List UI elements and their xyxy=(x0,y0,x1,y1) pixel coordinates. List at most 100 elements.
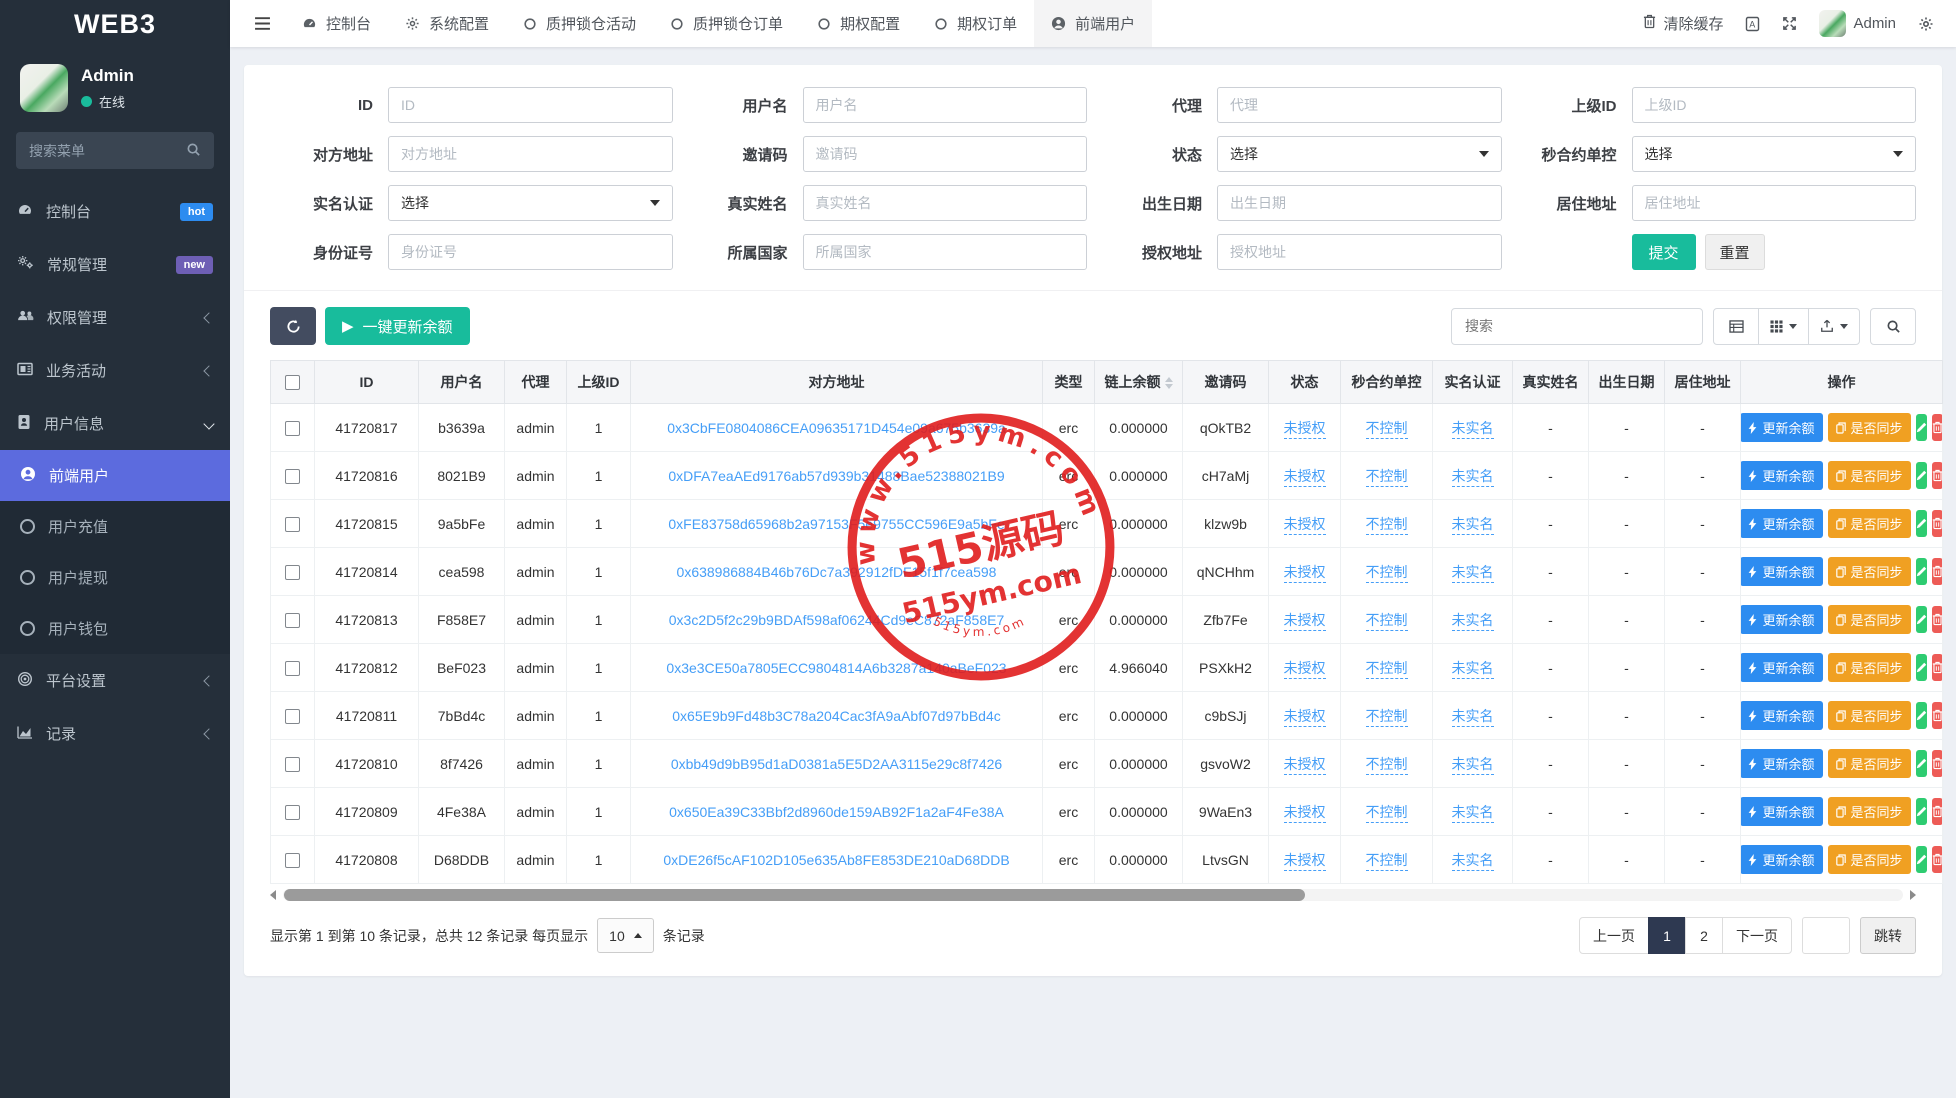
address-link[interactable]: 0x650Ea39C33Bbf2d8960de159AB92F1a2aF4Fe3… xyxy=(669,804,1004,820)
hamburger-menu-icon[interactable] xyxy=(240,0,285,47)
row-checkbox[interactable] xyxy=(285,853,300,868)
update-all-balances-button[interactable]: ▶ 一键更新余额 xyxy=(325,307,470,345)
sync-button[interactable]: 是否同步 xyxy=(1828,413,1911,442)
filter-input-birth-date[interactable] xyxy=(1217,185,1502,221)
clear-cache-button[interactable]: 清除缓存 xyxy=(1643,13,1723,34)
sidebar-item-frontend-users[interactable]: 前端用户 xyxy=(0,450,230,501)
edit-button[interactable] xyxy=(1916,558,1927,585)
filter-input-real-name[interactable] xyxy=(803,185,1088,221)
edit-button[interactable] xyxy=(1916,750,1927,777)
edit-button[interactable] xyxy=(1916,702,1927,729)
status-link[interactable]: 未授权 xyxy=(1284,612,1326,631)
horizontal-scrollbar[interactable] xyxy=(270,887,1916,902)
update-balance-button[interactable]: 更新余额 xyxy=(1741,653,1823,682)
address-link[interactable]: 0xbb49d9bB95d1aD0381a5E5D2AA3115e29c8f74… xyxy=(671,756,1002,772)
kyc-link[interactable]: 未实名 xyxy=(1452,660,1494,679)
scroll-left-icon[interactable] xyxy=(270,890,276,900)
filter-input-parent-id[interactable] xyxy=(1632,87,1917,123)
columns-button[interactable] xyxy=(1758,308,1809,345)
sidebar-item-user-recharge[interactable]: 用户充值 xyxy=(0,501,230,552)
sync-button[interactable]: 是否同步 xyxy=(1828,605,1911,634)
address-link[interactable]: 0xFE83758d65968b2a97153F5e9755CC596E9a5b… xyxy=(668,516,1004,532)
edit-button[interactable] xyxy=(1916,462,1927,489)
status-link[interactable]: 未授权 xyxy=(1284,660,1326,679)
sync-button[interactable]: 是否同步 xyxy=(1828,749,1911,778)
filter-input-residence[interactable] xyxy=(1632,185,1917,221)
per-page-select[interactable]: 10 xyxy=(597,918,654,953)
delete-button[interactable] xyxy=(1932,702,1943,729)
language-icon[interactable]: A xyxy=(1745,16,1760,32)
edit-button[interactable] xyxy=(1916,798,1927,825)
delete-button[interactable] xyxy=(1932,414,1943,441)
row-checkbox[interactable] xyxy=(285,421,300,436)
next-page-button[interactable]: 下一页 xyxy=(1722,917,1792,954)
sync-button[interactable]: 是否同步 xyxy=(1828,701,1911,730)
filter-input-agent[interactable] xyxy=(1217,87,1502,123)
contract-control-link[interactable]: 不控制 xyxy=(1366,468,1408,487)
contract-control-link[interactable]: 不控制 xyxy=(1366,708,1408,727)
kyc-link[interactable]: 未实名 xyxy=(1452,420,1494,439)
row-checkbox[interactable] xyxy=(285,613,300,628)
update-balance-button[interactable]: 更新余额 xyxy=(1741,845,1823,874)
reset-button[interactable]: 重置 xyxy=(1705,234,1765,270)
delete-button[interactable] xyxy=(1932,654,1943,681)
filter-select-kyc[interactable]: 选择 xyxy=(388,185,673,221)
advanced-search-button[interactable] xyxy=(1870,308,1916,345)
delete-button[interactable] xyxy=(1932,558,1943,585)
update-balance-button[interactable]: 更新余额 xyxy=(1741,557,1823,586)
kyc-link[interactable]: 未实名 xyxy=(1452,708,1494,727)
filter-input-country[interactable] xyxy=(803,234,1088,270)
kyc-link[interactable]: 未实名 xyxy=(1452,564,1494,583)
kyc-link[interactable]: 未实名 xyxy=(1452,516,1494,535)
sidebar-item-general[interactable]: 常规管理 new xyxy=(0,238,230,291)
update-balance-button[interactable]: 更新余额 xyxy=(1741,797,1823,826)
settings-gear-icon[interactable] xyxy=(1918,16,1934,32)
delete-button[interactable] xyxy=(1932,510,1943,537)
scrollbar-thumb[interactable] xyxy=(284,889,1305,901)
row-checkbox[interactable] xyxy=(285,517,300,532)
address-link[interactable]: 0x3c2D5f2c29b9BDAf598af06244Cd9eC872aF85… xyxy=(669,612,1004,628)
update-balance-button[interactable]: 更新余额 xyxy=(1741,605,1823,634)
sync-button[interactable]: 是否同步 xyxy=(1828,845,1911,874)
status-link[interactable]: 未授权 xyxy=(1284,804,1326,823)
export-button[interactable] xyxy=(1808,308,1860,345)
status-link[interactable]: 未授权 xyxy=(1284,756,1326,775)
address-link[interactable]: 0xDFA7eaAEd9176ab57d939b31488Bae52388021… xyxy=(668,468,1004,484)
top-tab-option-orders[interactable]: 期权订单 xyxy=(917,0,1034,47)
sidebar-item-permissions[interactable]: 权限管理 xyxy=(0,291,230,344)
edit-button[interactable] xyxy=(1916,606,1927,633)
filter-input-address[interactable] xyxy=(388,136,673,172)
filter-input-auth-address[interactable] xyxy=(1217,234,1502,270)
address-link[interactable]: 0x65E9b9Fd48b3C78a204Cac3fA9aAbf07d97bBd… xyxy=(672,708,1001,724)
contract-control-link[interactable]: 不控制 xyxy=(1366,564,1408,583)
top-tab-stake-orders[interactable]: 质押锁仓订单 xyxy=(653,0,800,47)
update-balance-button[interactable]: 更新余额 xyxy=(1741,509,1823,538)
fullscreen-icon[interactable] xyxy=(1782,16,1797,31)
sidebar-item-user-wallet[interactable]: 用户钱包 xyxy=(0,603,230,654)
kyc-link[interactable]: 未实名 xyxy=(1452,804,1494,823)
filter-input-id[interactable] xyxy=(388,87,673,123)
row-checkbox[interactable] xyxy=(285,805,300,820)
kyc-link[interactable]: 未实名 xyxy=(1452,756,1494,775)
row-checkbox[interactable] xyxy=(285,757,300,772)
update-balance-button[interactable]: 更新余额 xyxy=(1741,413,1823,442)
table-search-input[interactable] xyxy=(1451,308,1703,345)
status-link[interactable]: 未授权 xyxy=(1284,420,1326,439)
select-all-checkbox[interactable] xyxy=(285,375,300,390)
top-tab-stake-activity[interactable]: 质押锁仓活动 xyxy=(506,0,653,47)
sidebar-item-business[interactable]: 业务活动 xyxy=(0,344,230,397)
page-2-button[interactable]: 2 xyxy=(1685,917,1723,954)
contract-control-link[interactable]: 不控制 xyxy=(1366,660,1408,679)
sync-button[interactable]: 是否同步 xyxy=(1828,797,1911,826)
prev-page-button[interactable]: 上一页 xyxy=(1579,917,1649,954)
col-chain-balance[interactable]: 链上余额 xyxy=(1095,361,1183,404)
top-tab-dashboard[interactable]: 控制台 xyxy=(285,0,388,47)
submit-button[interactable]: 提交 xyxy=(1632,234,1696,270)
sidebar-item-dashboard[interactable]: 控制台 hot xyxy=(0,185,230,238)
contract-control-link[interactable]: 不控制 xyxy=(1366,852,1408,871)
sidebar-search-input[interactable]: 搜索菜单 xyxy=(16,132,214,169)
address-link[interactable]: 0xDE26f5cAF102D105e635Ab8FE853DE210aD68D… xyxy=(663,852,1009,868)
contract-control-link[interactable]: 不控制 xyxy=(1366,516,1408,535)
sidebar-item-user-info[interactable]: 用户信息 xyxy=(0,397,230,450)
contract-control-link[interactable]: 不控制 xyxy=(1366,612,1408,631)
